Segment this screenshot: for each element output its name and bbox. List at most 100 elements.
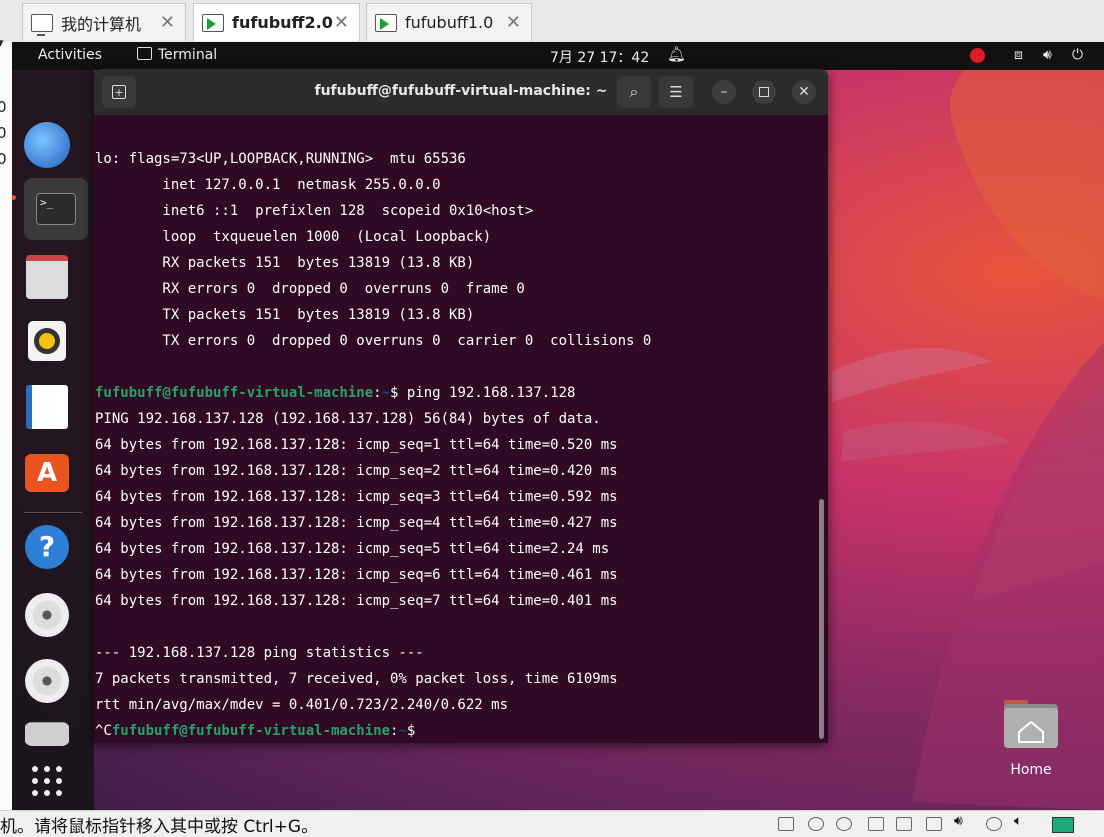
search-button[interactable]: ⌕ [617,76,651,108]
close-icon[interactable]: ✕ [334,12,349,33]
terminal-line: 7 packets transmitted, 7 received, 0% pa… [95,671,618,687]
prompt-path: ~ [381,385,391,401]
host-tab-label: 我的计算机 [61,14,142,34]
power-icon[interactable]: ⏻ [1072,47,1083,63]
maximize-button[interactable] [752,80,776,104]
host-status-bar: 机。请将鼠标指针移入其中或按 Ctrl+G。 🔊︎ 🔈︎ [0,810,1104,837]
network-icon[interactable]: ⧈ [1014,47,1023,63]
guest-desktop[interactable]: Activities Terminal 7月 27 17：42 🔔︎ ⧈ 🔊︎ … [12,42,1104,810]
prompt-command: $ ping 192.168.137.128 [390,385,576,401]
cd-icon[interactable] [808,817,824,831]
search-icon: ⌕ [629,82,639,101]
scrollbar[interactable] [819,499,824,739]
terminal-line: 64 bytes from 192.168.137.128: icmp_seq=… [95,463,618,479]
do-not-disturb-icon[interactable] [970,48,985,63]
menu-button[interactable]: ☰ [659,76,693,108]
app-name: Terminal [158,47,218,63]
prompt-separator: : [373,385,382,401]
close-icon[interactable]: ✕ [160,12,175,33]
files-icon[interactable] [24,254,70,300]
terminal-icon[interactable]: >_ [24,178,88,240]
close-icon[interactable]: ✕ [506,12,521,33]
home-folder-icon[interactable] [1002,698,1060,750]
minimize-button[interactable]: – [712,80,736,104]
status-hint: 机。请将鼠标指针移入其中或按 Ctrl+G。 [0,817,319,837]
prompt-user: fufubuff@fufubuff-virtual-machine [95,385,374,401]
hamburger-icon: ☰ [669,83,683,101]
gnome-top-bar: Activities Terminal 7月 27 17：42 🔔︎ ⧈ 🔊︎ … [12,42,1104,70]
volume-icon[interactable]: 🔊︎ [1043,47,1052,63]
terminal-prompt-line: ^Cfufubuff@fufubuff-virtual-machine:~$ [95,721,415,741]
drive-icon[interactable] [24,722,70,746]
dock: >_ A ? [12,70,94,810]
terminal-line: 64 bytes from 192.168.137.128: icmp_seq=… [95,515,618,531]
app-center-icon[interactable]: A [24,450,70,496]
display-icon[interactable] [986,817,1002,831]
terminal-line: TX errors 0 dropped 0 overruns 0 carrier… [95,333,652,349]
host-tab-my-computer[interactable]: 我的计算机 ✕ [22,3,186,41]
clock[interactable]: 7月 27 17：42 [550,47,649,67]
terminal-line: 64 bytes from 192.168.137.128: icmp_seq=… [95,541,610,557]
terminal-small-icon [137,47,152,60]
network-adapter-icon[interactable] [896,817,912,831]
home-folder-label: Home [1010,762,1052,778]
prompt-command: $ [406,723,416,739]
usb-icon[interactable] [926,817,942,831]
dvd-icon[interactable] [24,658,70,704]
interrupt-marker: ^C [95,723,112,739]
terminal-header-bar[interactable]: + fufubuff@fufubuff-virtual-machine: ~ ⌕… [94,69,828,115]
chevron-down-icon[interactable]: ▾ [0,36,4,51]
close-button[interactable]: ✕ [792,80,816,104]
dock-separator [24,512,82,513]
terminal-prompt-line: fufubuff@fufubuff-virtual-machine:~$ pin… [95,383,575,403]
dvd-icon[interactable] [24,592,70,638]
terminal-line: rtt min/avg/max/mdev = 0.401/0.723/2.240… [95,697,509,713]
terminal-line: --- 192.168.137.128 ping statistics --- [95,645,424,661]
thunderbird-icon[interactable] [24,122,70,168]
host-tab-fufubuff2[interactable]: fufubuff2.0 ✕ [193,3,360,41]
cd-icon[interactable] [836,817,852,831]
sound-icon[interactable]: 🔊︎ [954,813,963,829]
vm-play-icon [202,13,224,32]
terminal-line: TX packets 151 bytes 13819 (13.8 KB) [95,307,475,323]
floppy-icon[interactable] [868,817,884,831]
terminal-line: inet 127.0.0.1 netmask 255.0.0.0 [95,177,441,193]
prompt-path: ~ [398,723,407,739]
terminal-line: 64 bytes from 192.168.137.128: icmp_seq=… [95,489,618,505]
host-tab-bar: 我的计算机 ✕ fufubuff2.0 ✕ fufubuff1.0 ✕ [0,0,1104,43]
alarm-bell-icon[interactable]: 🔔︎ [667,45,686,63]
terminal-window[interactable]: + fufubuff@fufubuff-virtual-machine: ~ ⌕… [94,69,828,743]
folder-home-icon [1004,700,1058,748]
terminal-line: loop txqueuelen 1000 (Local Loopback) [95,229,492,245]
terminal-app-menu[interactable]: Terminal [137,47,217,63]
host-tab-fufubuff1[interactable]: fufubuff1.0 ✕ [366,3,532,41]
host-strip-digit: 0 [0,124,7,142]
computer-icon [31,13,53,36]
host-strip-digit: 0 [0,150,7,168]
terminal-line: 64 bytes from 192.168.137.128: icmp_seq=… [95,593,618,609]
hard-disk-icon[interactable] [778,817,794,831]
minimize-icon: – [720,84,728,100]
host-strip-digit: 0 [0,98,7,116]
host-tab-label: fufubuff1.0 [405,13,494,32]
prompt-user: fufubuff@fufubuff-virtual-machine [111,723,391,739]
terminal-output[interactable]: lo: flags=73<UP,LOOPBACK,RUNNING> mtu 65… [94,115,816,743]
maximize-icon [759,87,769,97]
terminal-line: RX errors 0 dropped 0 overruns 0 frame 0 [95,281,525,297]
terminal-line: PING 192.168.137.128 (192.168.137.128) 5… [95,411,601,427]
help-icon[interactable]: ? [24,524,70,570]
close-icon: ✕ [798,84,810,100]
libreoffice-writer-icon[interactable] [24,384,70,430]
terminal-line: 64 bytes from 192.168.137.128: icmp_seq=… [95,567,618,583]
activities-button[interactable]: Activities [38,47,102,63]
fullscreen-icon[interactable] [1052,817,1074,833]
terminal-line: RX packets 151 bytes 13819 (13.8 KB) [95,255,475,271]
vm-play-icon [375,13,397,32]
show-apps-icon[interactable] [24,758,70,804]
running-indicator [12,195,16,200]
terminal-line: 64 bytes from 192.168.137.128: icmp_seq=… [95,437,618,453]
grid-icon [32,766,62,796]
terminal-line: inet6 ::1 prefixlen 128 scopeid 0x10<hos… [95,203,534,219]
speaker-icon[interactable]: 🔈︎ [1014,813,1022,829]
rhythmbox-icon[interactable] [24,318,70,364]
